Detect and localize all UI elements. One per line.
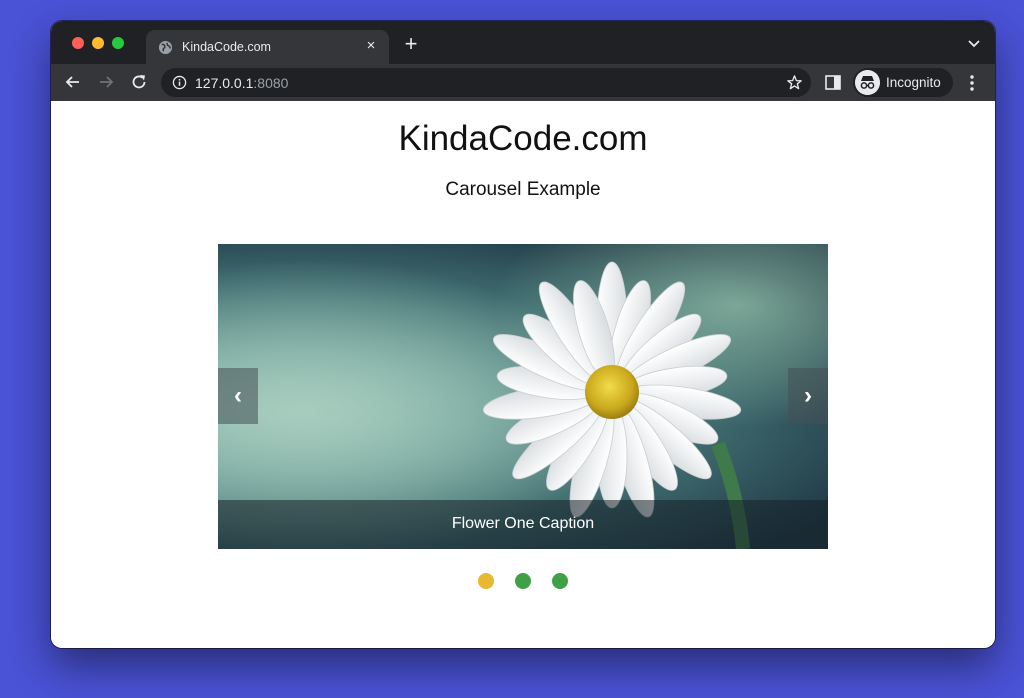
minimize-window-button[interactable]: [92, 37, 104, 49]
arrow-right-icon[interactable]: [97, 73, 115, 91]
address-bar[interactable]: 127.0.0.1:8080: [161, 68, 811, 97]
page-content: KindaCode.com Carousel Example ‹ › Flowe…: [51, 101, 995, 648]
close-tab-icon[interactable]: ×: [363, 38, 379, 54]
info-icon[interactable]: [172, 75, 187, 90]
more-vertical-icon[interactable]: [969, 74, 975, 92]
carousel: ‹ › Flower One Caption: [218, 244, 828, 549]
carousel-prev-button[interactable]: ‹: [218, 368, 258, 424]
page-subtitle: Carousel Example: [445, 179, 601, 200]
tab-strip: KindaCode.com × +: [51, 21, 995, 64]
url-port: :8080: [253, 75, 289, 91]
carousel-dot-3[interactable]: [552, 573, 568, 589]
close-window-button[interactable]: [72, 37, 84, 49]
maximize-window-button[interactable]: [112, 37, 124, 49]
incognito-label: Incognito: [886, 75, 941, 90]
side-panel-icon[interactable]: [825, 75, 841, 90]
new-tab-button[interactable]: +: [401, 33, 421, 55]
incognito-icon: [855, 70, 880, 95]
chevron-down-icon[interactable]: [967, 36, 981, 50]
carousel-dot-1[interactable]: [478, 573, 494, 589]
caption-bar: Flower One Caption: [218, 500, 828, 549]
tab-kindacode[interactable]: KindaCode.com ×: [146, 30, 389, 64]
carousel-next-button[interactable]: ›: [788, 368, 828, 424]
browser-window: KindaCode.com × + 127.0.0.1:8080 Incogni…: [51, 21, 995, 648]
star-icon[interactable]: [786, 74, 803, 91]
tab-title: KindaCode.com: [182, 40, 271, 54]
incognito-badge[interactable]: Incognito: [853, 68, 953, 97]
globe-icon: [158, 40, 173, 55]
carousel-dot-2[interactable]: [515, 573, 531, 589]
carousel-caption: Flower One Caption: [451, 515, 595, 532]
carousel-indicators: [51, 573, 995, 591]
reload-icon[interactable]: [130, 73, 148, 91]
browser-toolbar: 127.0.0.1:8080 Incognito: [51, 64, 995, 101]
arrow-left-icon[interactable]: [64, 73, 82, 91]
url-host: 127.0.0.1: [195, 75, 254, 91]
url-text: 127.0.0.1:8080: [195, 75, 288, 91]
page-title: KindaCode.com: [398, 119, 648, 158]
